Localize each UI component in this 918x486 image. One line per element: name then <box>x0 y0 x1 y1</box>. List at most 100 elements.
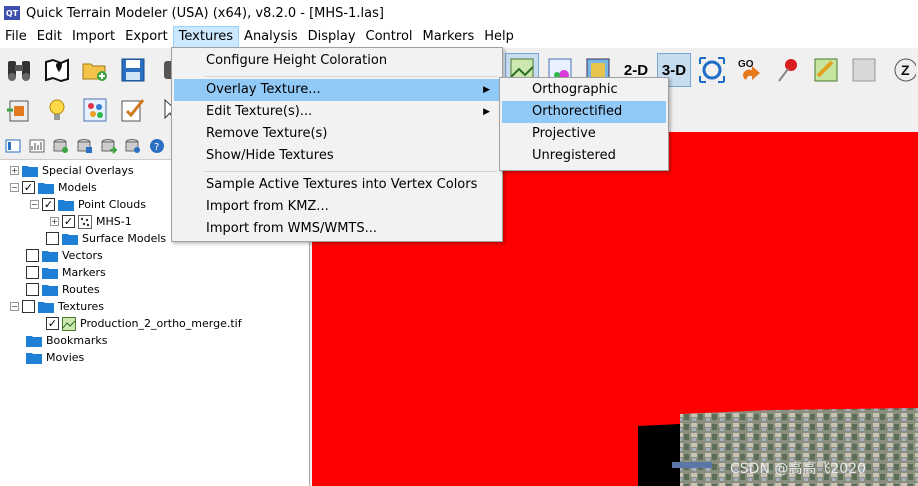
point-cloud-icon <box>78 214 92 229</box>
textures-menu: Configure Height Coloration Overlay Text… <box>171 47 503 242</box>
profile-edit-icon[interactable] <box>809 53 843 87</box>
go-to-icon[interactable]: GO <box>733 53 767 87</box>
submenu-item-orthographic[interactable]: Orthographic <box>502 79 666 101</box>
lightbulb-icon[interactable] <box>40 93 74 127</box>
db-export-icon[interactable] <box>100 137 118 155</box>
tree-item-special-overlays[interactable]: + Special Overlays <box>10 162 134 179</box>
histogram-icon[interactable] <box>28 137 46 155</box>
menu-item-import-wms[interactable]: Import from WMS/WMTS... <box>174 218 500 240</box>
binoculars-icon[interactable] <box>2 53 36 87</box>
collapse-icon[interactable]: − <box>30 200 39 209</box>
routes-checkbox[interactable] <box>26 283 39 296</box>
db-save-icon[interactable] <box>76 137 94 155</box>
open-folder-icon[interactable] <box>78 53 112 87</box>
zoom-extents-icon[interactable] <box>695 53 729 87</box>
tree-item-vectors[interactable]: Vectors <box>26 247 103 264</box>
tree-label: MHS-1 <box>96 215 132 228</box>
points-icon[interactable] <box>78 93 112 127</box>
app-icon: QT <box>4 6 20 20</box>
expand-icon[interactable]: + <box>50 217 59 226</box>
menu-item-sample-active-textures[interactable]: Sample Active Textures into Vertex Color… <box>174 174 500 196</box>
overlay-texture-submenu: Orthographic Orthorectified Projective U… <box>499 77 669 171</box>
tree-label: Point Clouds <box>78 198 146 211</box>
menu-item-configure-height-coloration[interactable]: Configure Height Coloration <box>174 50 500 72</box>
z-tool-icon[interactable]: Z <box>885 53 918 87</box>
marker-pin-icon[interactable] <box>771 53 805 87</box>
collapse-icon[interactable]: − <box>10 302 19 311</box>
tree-item-texture-file[interactable]: ✓ Production_2_ortho_merge.tif <box>46 315 242 332</box>
folder-icon <box>38 182 54 194</box>
edit-check-icon[interactable] <box>116 93 150 127</box>
tree-label: Surface Models <box>82 232 167 245</box>
db-add-icon[interactable] <box>52 137 70 155</box>
vectors-checkbox[interactable] <box>26 249 39 262</box>
tree-item-markers[interactable]: Markers <box>26 264 106 281</box>
folder-icon <box>22 165 38 177</box>
tree-label: Vectors <box>62 249 103 262</box>
tree-label: Bookmarks <box>46 334 108 347</box>
texture-file-checkbox[interactable]: ✓ <box>46 317 59 330</box>
tree-label: Routes <box>62 283 100 296</box>
tree-label: Special Overlays <box>42 164 134 177</box>
tree-item-models[interactable]: − ✓ Models <box>10 179 97 196</box>
title-bar: QT Quick Terrain Modeler (USA) (x64), v8… <box>0 0 918 26</box>
tree-item-mhs1[interactable]: + ✓ MHS-1 <box>50 213 132 230</box>
tree-item-textures[interactable]: − Textures <box>10 298 104 315</box>
tree-item-surface-models[interactable]: Surface Models <box>46 230 166 247</box>
folder-icon <box>38 301 54 313</box>
map-pin-icon[interactable] <box>40 53 74 87</box>
submenu-item-projective[interactable]: Projective <box>502 123 666 145</box>
models-checkbox[interactable]: ✓ <box>22 181 35 194</box>
menu-display[interactable]: Display <box>303 26 361 48</box>
blank-tool-icon[interactable] <box>847 53 881 87</box>
layers-icon[interactable] <box>4 137 22 155</box>
menu-item-import-kmz[interactable]: Import from KMZ... <box>174 196 500 218</box>
submenu-arrow-icon: ▶ <box>483 107 490 117</box>
menu-analysis[interactable]: Analysis <box>239 26 303 48</box>
folder-icon <box>42 267 58 279</box>
textures-checkbox[interactable] <box>22 300 35 313</box>
submenu-item-unregistered[interactable]: Unregistered <box>502 145 666 167</box>
surface-models-checkbox[interactable] <box>46 232 59 245</box>
tree-item-movies[interactable]: Movies <box>26 349 84 366</box>
folder-icon <box>42 250 58 262</box>
menu-item-show-hide-textures[interactable]: Show/Hide Textures <box>174 145 500 167</box>
menu-edit[interactable]: Edit <box>32 26 67 48</box>
submenu-item-orthorectified[interactable]: Orthorectified <box>502 101 666 123</box>
menu-markers[interactable]: Markers <box>418 26 480 48</box>
menu-help[interactable]: Help <box>479 26 519 48</box>
menu-textures[interactable]: Textures <box>172 26 240 48</box>
mhs1-checkbox[interactable]: ✓ <box>62 215 75 228</box>
menu-bar: File Edit Import Export Textures Analysi… <box>0 26 918 48</box>
svg-text:?: ? <box>154 142 159 153</box>
tree-label: Models <box>58 181 97 194</box>
menu-control[interactable]: Control <box>361 26 418 48</box>
submenu-arrow-icon: ▶ <box>483 85 490 95</box>
watermark: CSDN @高高飞2020 <box>730 461 866 477</box>
tree-item-point-clouds[interactable]: − ✓ Point Clouds <box>30 196 146 213</box>
menu-export[interactable]: Export <box>120 26 173 48</box>
menu-item-edit-textures[interactable]: Edit Texture(s)... ▶ <box>174 101 500 123</box>
db-settings-icon[interactable] <box>124 137 142 155</box>
point-clouds-checkbox[interactable]: ✓ <box>42 198 55 211</box>
menu-item-remove-textures[interactable]: Remove Texture(s) <box>174 123 500 145</box>
folder-icon <box>62 233 78 245</box>
tree-item-bookmarks[interactable]: Bookmarks <box>26 332 107 349</box>
tree-label: Movies <box>46 351 85 364</box>
menu-file[interactable]: File <box>0 26 32 48</box>
menu-import[interactable]: Import <box>67 26 120 48</box>
folder-icon <box>58 199 74 211</box>
save-icon[interactable] <box>116 53 150 87</box>
help-icon[interactable]: ? <box>148 137 166 155</box>
menu-item-overlay-texture[interactable]: Overlay Texture... ▶ <box>174 79 500 101</box>
tree-label: Production_2_ortho_merge.tif <box>80 317 242 330</box>
texture-image-icon <box>62 316 76 331</box>
go-label: GO <box>738 59 754 70</box>
window-title: Quick Terrain Modeler (USA) (x64), v8.2.… <box>26 5 384 21</box>
import-map-icon[interactable] <box>2 93 36 127</box>
tree-label: Textures <box>58 300 104 313</box>
collapse-icon[interactable]: − <box>10 183 19 192</box>
expand-icon[interactable]: + <box>10 166 19 175</box>
markers-checkbox[interactable] <box>26 266 39 279</box>
tree-item-routes[interactable]: Routes <box>26 281 100 298</box>
